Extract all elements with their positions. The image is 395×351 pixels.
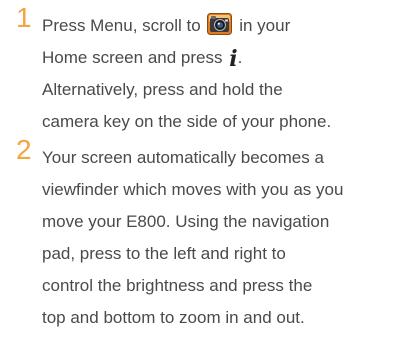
step-line-text: in your: [239, 16, 291, 35]
step-text: Press Menu, scroll to in your Home scree…: [42, 10, 387, 138]
step-line: Alternatively, press and hold the: [42, 80, 283, 99]
step-line: Press Menu, scroll to in your: [42, 10, 387, 42]
info-key-icon: i: [229, 45, 238, 72]
step-line: Your screen automatically becomes a: [42, 148, 324, 167]
step-line-text: Press Menu, scroll to: [42, 16, 201, 35]
step-line: control the brightness and press the: [42, 276, 313, 295]
step-line-text: .: [237, 48, 243, 67]
step-line-text: Home screen and press: [42, 48, 223, 67]
step-number: 1: [16, 2, 32, 33]
step-line: camera key on the side of your phone.: [42, 112, 332, 131]
step-line: Home screen and press i.: [42, 42, 387, 74]
step-text: Your screen automatically becomes a view…: [42, 142, 387, 334]
camera-app-icon: [207, 12, 233, 35]
step-number: 2: [16, 134, 32, 165]
step-line: viewfinder which moves with you as you: [42, 180, 344, 199]
step-line: move your E800. Using the navigation: [42, 212, 330, 231]
step-line: top and bottom to zoom in and out.: [42, 308, 305, 327]
step-line: pad, press to the left and right to: [42, 244, 286, 263]
